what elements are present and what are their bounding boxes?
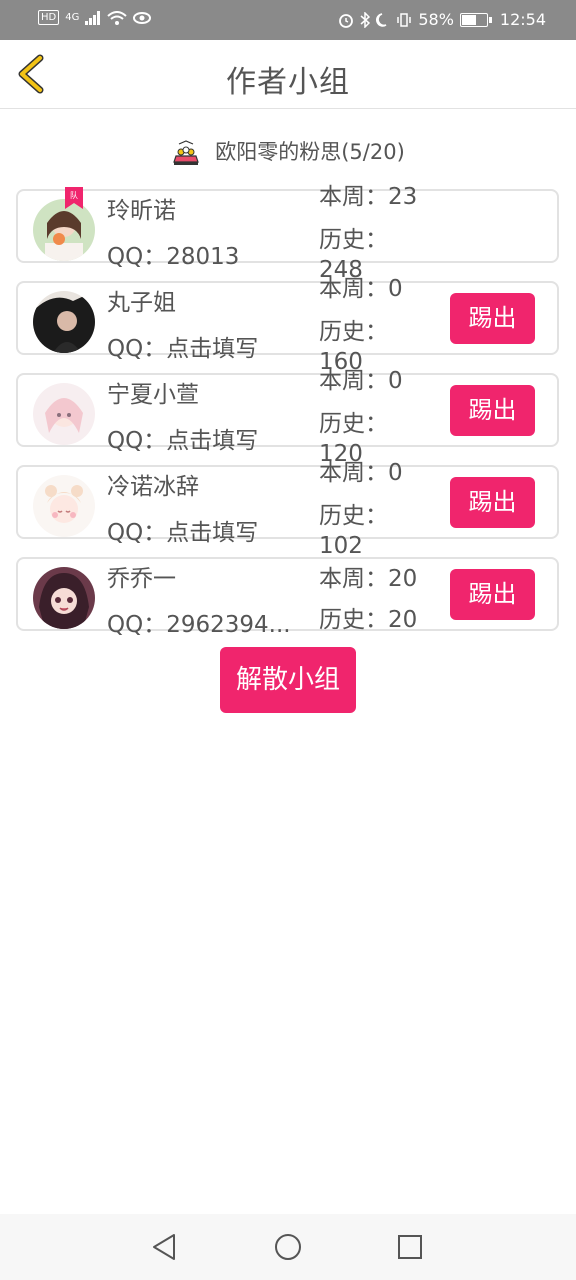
member-card[interactable]: 冷诺冰辞 QQ：点击填写 本周：0 历史：102 踢出 — [16, 460, 559, 559]
member-name: 丸子姐 — [107, 290, 176, 316]
clock: 12:54 — [499, 10, 546, 29]
member-qq[interactable]: QQ：点击填写 — [107, 329, 258, 363]
group-label: 欧阳零的粉思(5/20) — [215, 140, 405, 164]
member-week-count: 本周：20 — [319, 566, 418, 592]
member-name: 乔乔一 — [107, 566, 176, 592]
system-nav-bar — [0, 1214, 576, 1280]
group-info: 欧阳零的粉思(5/20) — [0, 136, 576, 166]
eye-icon — [133, 11, 152, 24]
avatar[interactable] — [33, 475, 95, 537]
member-name: 冷诺冰辞 — [107, 474, 199, 500]
svg-text:队: 队 — [70, 190, 78, 200]
member-qq[interactable]: QQ：28013 — [107, 237, 239, 271]
page-title: 作者小组 — [226, 65, 350, 100]
wifi-icon — [107, 10, 128, 25]
member-week-count: 本周：0 — [319, 460, 403, 486]
battery-icon — [459, 12, 492, 27]
battery-percent: 58% — [418, 10, 454, 29]
kick-button[interactable]: 踢出 — [450, 569, 535, 620]
member-qq[interactable]: QQ：2962394... — [107, 605, 291, 639]
member-qq[interactable]: QQ：点击填写 — [107, 513, 258, 547]
avatar[interactable] — [33, 291, 95, 353]
avatar[interactable] — [33, 199, 95, 261]
status-bar: HD 4G 58% 12:54 — [0, 0, 576, 40]
nav-home-icon[interactable] — [273, 1232, 303, 1262]
bluetooth-icon — [360, 11, 371, 28]
kick-button[interactable]: 踢出 — [450, 477, 535, 528]
avatar[interactable] — [33, 383, 95, 445]
kick-button[interactable]: 踢出 — [450, 293, 535, 344]
member-week-count: 本周：0 — [319, 276, 403, 302]
member-week-count: 本周：0 — [319, 368, 403, 394]
nav-recent-icon[interactable] — [396, 1233, 424, 1261]
alarm-icon — [339, 13, 354, 28]
hd-icon: HD — [38, 10, 60, 25]
member-card[interactable]: 队 玲昕诺 QQ：28013 本周：23 历史：248 — [16, 184, 559, 283]
member-week-count: 本周：23 — [319, 184, 418, 210]
signal-icon — [85, 10, 101, 25]
disband-group-button[interactable]: 解散小组 — [220, 647, 356, 713]
member-name: 玲昕诺 — [107, 198, 176, 224]
moon-icon — [376, 12, 387, 27]
app-header: 作者小组 — [0, 40, 576, 109]
member-card[interactable]: 丸子姐 QQ：点击填写 本周：0 历史：160 踢出 — [16, 276, 559, 375]
group-icon — [173, 140, 200, 165]
member-qq[interactable]: QQ：点击填写 — [107, 421, 258, 455]
member-card[interactable]: 宁夏小萱 QQ：点击填写 本周：0 历史：120 踢出 — [16, 368, 559, 467]
avatar[interactable] — [33, 567, 95, 629]
kick-button[interactable]: 踢出 — [450, 385, 535, 436]
leader-badge-icon: 队 — [65, 187, 83, 209]
member-history-count: 历史：102 — [319, 503, 388, 559]
vibrate-icon — [397, 12, 412, 27]
network-type: 4G — [65, 12, 80, 23]
member-history-count: 历史：20 — [319, 607, 418, 633]
nav-back-icon[interactable] — [150, 1232, 180, 1262]
member-name: 宁夏小萱 — [107, 382, 199, 408]
member-card[interactable]: 乔乔一 QQ：2962394... 本周：20 历史：20 踢出 — [16, 557, 559, 638]
